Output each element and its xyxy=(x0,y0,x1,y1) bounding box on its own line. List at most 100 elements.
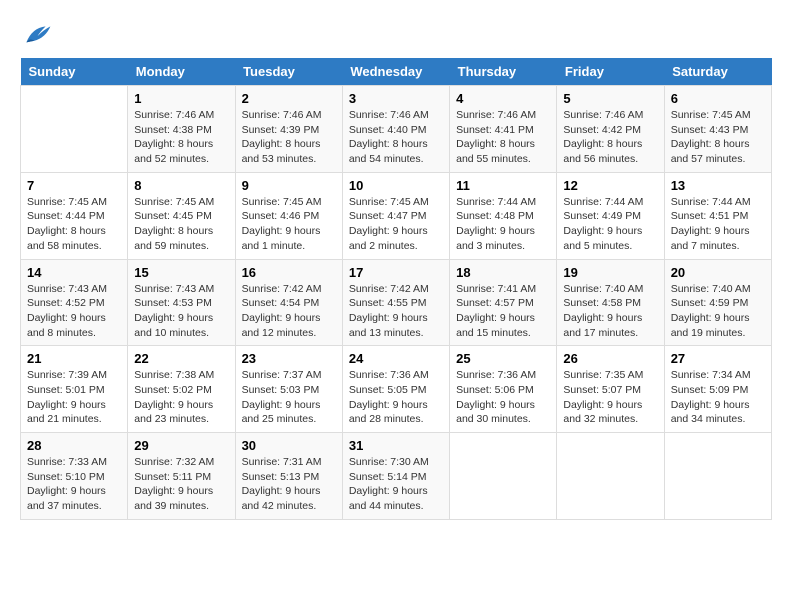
calendar-week-4: 21Sunrise: 7:39 AMSunset: 5:01 PMDayligh… xyxy=(21,346,772,433)
calendar-cell: 8 Sunrise: 7:45 AMSunset: 4:45 PMDaylight… xyxy=(128,172,235,259)
day-info: Sunrise: 7:45 AMSunset: 4:44 PMDaylight:… xyxy=(27,195,121,254)
day-number: 2 xyxy=(242,91,336,106)
calendar-cell: 19Sunrise: 7:40 AMSunset: 4:58 PMDayligh… xyxy=(557,259,664,346)
page-header xyxy=(20,20,772,48)
day-number: 25 xyxy=(456,351,550,366)
day-info: Sunrise: 7:39 AMSunset: 5:01 PMDaylight:… xyxy=(27,368,121,427)
weekday-header-row: SundayMondayTuesdayWednesdayThursdayFrid… xyxy=(21,58,772,86)
day-number: 7 xyxy=(27,178,121,193)
calendar-cell: 27 Sunrise: 7:34 AMSunset: 5:09 PMDayligh… xyxy=(664,346,771,433)
calendar-week-3: 14 Sunrise: 7:43 AMSunset: 4:52 PMDayligh… xyxy=(21,259,772,346)
day-info: Sunrise: 7:38 AMSunset: 5:02 PMDaylight:… xyxy=(134,368,228,427)
day-info: Sunrise: 7:30 AMSunset: 5:14 PMDaylight:… xyxy=(349,455,443,514)
day-info: Sunrise: 7:40 AMSunset: 4:59 PMDaylight:… xyxy=(671,282,765,341)
day-info: Sunrise: 7:41 AMSunset: 4:57 PMDaylight:… xyxy=(456,282,550,341)
day-info: Sunrise: 7:45 AMSunset: 4:46 PMDaylight:… xyxy=(242,195,336,254)
calendar-cell: 4 Sunrise: 7:46 AMSunset: 4:41 PMDaylight… xyxy=(450,86,557,173)
calendar-cell: 10 Sunrise: 7:45 AMSunset: 4:47 PMDayligh… xyxy=(342,172,449,259)
logo-icon xyxy=(20,20,52,48)
day-number: 6 xyxy=(671,91,765,106)
day-info: Sunrise: 7:36 AMSunset: 5:06 PMDaylight:… xyxy=(456,368,550,427)
calendar-cell xyxy=(664,433,771,520)
weekday-header-sunday: Sunday xyxy=(21,58,128,86)
day-info: Sunrise: 7:45 AMSunset: 4:45 PMDaylight:… xyxy=(134,195,228,254)
calendar-cell: 7 Sunrise: 7:45 AMSunset: 4:44 PMDaylight… xyxy=(21,172,128,259)
calendar-cell: 15Sunrise: 7:43 AMSunset: 4:53 PMDayligh… xyxy=(128,259,235,346)
day-info: Sunrise: 7:36 AMSunset: 5:05 PMDaylight:… xyxy=(349,368,443,427)
calendar-week-2: 7 Sunrise: 7:45 AMSunset: 4:44 PMDaylight… xyxy=(21,172,772,259)
day-number: 3 xyxy=(349,91,443,106)
day-info: Sunrise: 7:45 AMSunset: 4:43 PMDaylight:… xyxy=(671,108,765,167)
calendar-body: 1 Sunrise: 7:46 AMSunset: 4:38 PMDaylight… xyxy=(21,86,772,520)
calendar-cell: 14 Sunrise: 7:43 AMSunset: 4:52 PMDayligh… xyxy=(21,259,128,346)
calendar-cell: 31 Sunrise: 7:30 AMSunset: 5:14 PMDayligh… xyxy=(342,433,449,520)
day-number: 22 xyxy=(134,351,228,366)
day-number: 26 xyxy=(563,351,657,366)
calendar-cell xyxy=(21,86,128,173)
day-number: 1 xyxy=(134,91,228,106)
day-info: Sunrise: 7:31 AMSunset: 5:13 PMDaylight:… xyxy=(242,455,336,514)
day-info: Sunrise: 7:37 AMSunset: 5:03 PMDaylight:… xyxy=(242,368,336,427)
weekday-header-thursday: Thursday xyxy=(450,58,557,86)
calendar-cell: 29 Sunrise: 7:32 AMSunset: 5:11 PMDayligh… xyxy=(128,433,235,520)
day-number: 30 xyxy=(242,438,336,453)
calendar-cell: 2Sunrise: 7:46 AMSunset: 4:39 PMDaylight… xyxy=(235,86,342,173)
calendar-week-5: 28 Sunrise: 7:33 AMSunset: 5:10 PMDayligh… xyxy=(21,433,772,520)
day-info: Sunrise: 7:46 AMSunset: 4:38 PMDaylight:… xyxy=(134,108,228,167)
day-info: Sunrise: 7:40 AMSunset: 4:58 PMDaylight:… xyxy=(563,282,657,341)
day-number: 29 xyxy=(134,438,228,453)
calendar-cell: 20Sunrise: 7:40 AMSunset: 4:59 PMDayligh… xyxy=(664,259,771,346)
calendar-week-1: 1 Sunrise: 7:46 AMSunset: 4:38 PMDaylight… xyxy=(21,86,772,173)
day-number: 27 xyxy=(671,351,765,366)
calendar-cell: 9 Sunrise: 7:45 AMSunset: 4:46 PMDaylight… xyxy=(235,172,342,259)
day-number: 18 xyxy=(456,265,550,280)
day-number: 23 xyxy=(242,351,336,366)
weekday-header-tuesday: Tuesday xyxy=(235,58,342,86)
calendar-cell: 5 Sunrise: 7:46 AMSunset: 4:42 PMDaylight… xyxy=(557,86,664,173)
day-info: Sunrise: 7:44 AMSunset: 4:48 PMDaylight:… xyxy=(456,195,550,254)
day-info: Sunrise: 7:33 AMSunset: 5:10 PMDaylight:… xyxy=(27,455,121,514)
day-number: 17 xyxy=(349,265,443,280)
day-number: 16 xyxy=(242,265,336,280)
day-number: 9 xyxy=(242,178,336,193)
weekday-header-wednesday: Wednesday xyxy=(342,58,449,86)
day-info: Sunrise: 7:35 AMSunset: 5:07 PMDaylight:… xyxy=(563,368,657,427)
day-info: Sunrise: 7:42 AMSunset: 4:55 PMDaylight:… xyxy=(349,282,443,341)
day-info: Sunrise: 7:46 AMSunset: 4:42 PMDaylight:… xyxy=(563,108,657,167)
weekday-header-monday: Monday xyxy=(128,58,235,86)
calendar-cell: 23 Sunrise: 7:37 AMSunset: 5:03 PMDayligh… xyxy=(235,346,342,433)
day-info: Sunrise: 7:46 AMSunset: 4:41 PMDaylight:… xyxy=(456,108,550,167)
day-info: Sunrise: 7:32 AMSunset: 5:11 PMDaylight:… xyxy=(134,455,228,514)
day-number: 31 xyxy=(349,438,443,453)
day-number: 5 xyxy=(563,91,657,106)
day-info: Sunrise: 7:45 AMSunset: 4:47 PMDaylight:… xyxy=(349,195,443,254)
weekday-header-saturday: Saturday xyxy=(664,58,771,86)
day-info: Sunrise: 7:34 AMSunset: 5:09 PMDaylight:… xyxy=(671,368,765,427)
day-info: Sunrise: 7:44 AMSunset: 4:51 PMDaylight:… xyxy=(671,195,765,254)
calendar-cell: 16Sunrise: 7:42 AMSunset: 4:54 PMDayligh… xyxy=(235,259,342,346)
calendar-cell: 24 Sunrise: 7:36 AMSunset: 5:05 PMDayligh… xyxy=(342,346,449,433)
day-number: 28 xyxy=(27,438,121,453)
calendar-cell: 26 Sunrise: 7:35 AMSunset: 5:07 PMDayligh… xyxy=(557,346,664,433)
calendar-cell: 3Sunrise: 7:46 AMSunset: 4:40 PMDaylight… xyxy=(342,86,449,173)
day-number: 4 xyxy=(456,91,550,106)
calendar-cell xyxy=(450,433,557,520)
calendar-header: SundayMondayTuesdayWednesdayThursdayFrid… xyxy=(21,58,772,86)
calendar-cell: 18 Sunrise: 7:41 AMSunset: 4:57 PMDayligh… xyxy=(450,259,557,346)
calendar-cell xyxy=(557,433,664,520)
calendar-cell: 21Sunrise: 7:39 AMSunset: 5:01 PMDayligh… xyxy=(21,346,128,433)
calendar-cell: 1 Sunrise: 7:46 AMSunset: 4:38 PMDaylight… xyxy=(128,86,235,173)
day-number: 10 xyxy=(349,178,443,193)
day-number: 8 xyxy=(134,178,228,193)
calendar-cell: 22 Sunrise: 7:38 AMSunset: 5:02 PMDayligh… xyxy=(128,346,235,433)
calendar-cell: 12Sunrise: 7:44 AMSunset: 4:49 PMDayligh… xyxy=(557,172,664,259)
calendar-cell: 17 Sunrise: 7:42 AMSunset: 4:55 PMDayligh… xyxy=(342,259,449,346)
calendar-cell: 13 Sunrise: 7:44 AMSunset: 4:51 PMDayligh… xyxy=(664,172,771,259)
day-number: 24 xyxy=(349,351,443,366)
day-number: 12 xyxy=(563,178,657,193)
day-number: 13 xyxy=(671,178,765,193)
day-number: 14 xyxy=(27,265,121,280)
day-info: Sunrise: 7:43 AMSunset: 4:52 PMDaylight:… xyxy=(27,282,121,341)
calendar-cell: 11Sunrise: 7:44 AMSunset: 4:48 PMDayligh… xyxy=(450,172,557,259)
weekday-header-friday: Friday xyxy=(557,58,664,86)
